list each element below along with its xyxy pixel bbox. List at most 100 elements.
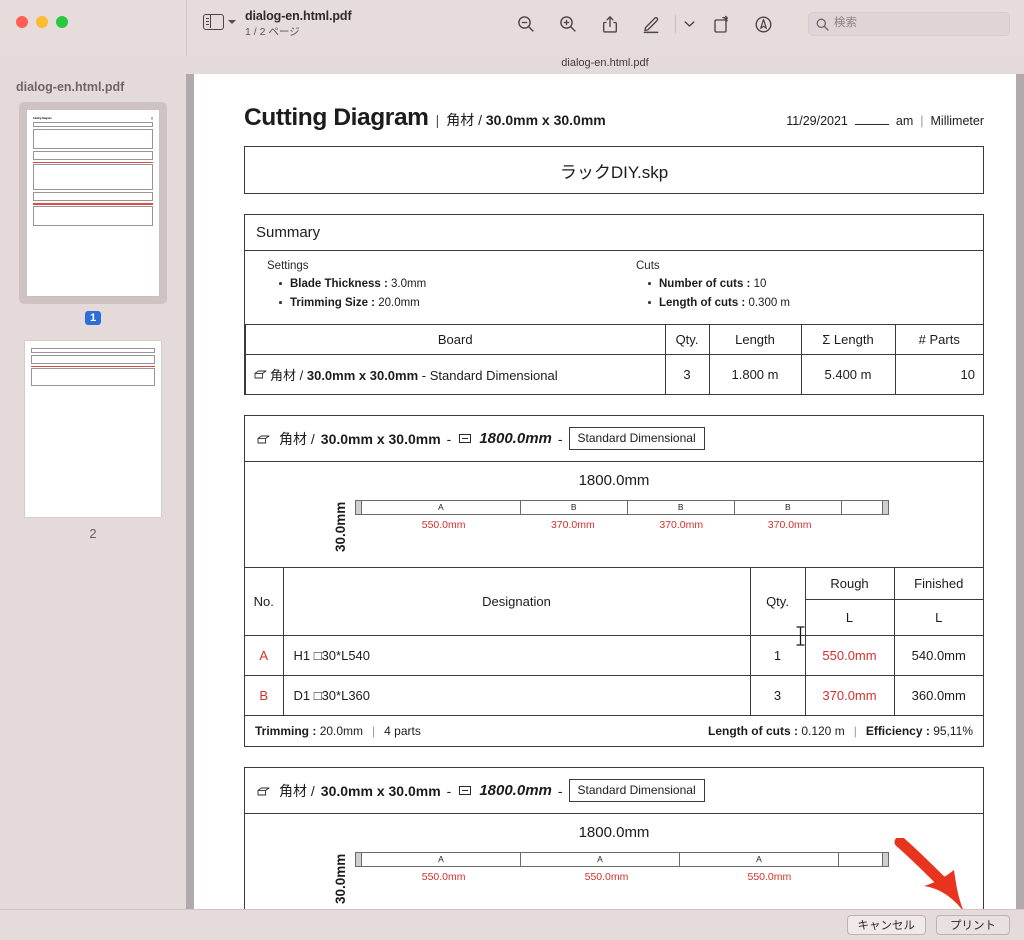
header-dimensions: 30.0mm x 30.0mm — [485, 112, 606, 128]
board-1-height-label: 30.0mm — [333, 501, 348, 552]
parts-count: 4 parts — [384, 724, 421, 739]
cell-designation: D1 □30*L360 — [282, 675, 751, 717]
print-button[interactable]: プリント — [936, 915, 1010, 935]
table-header-row: Board Qty. Length Σ Length # Parts — [245, 324, 983, 355]
board-1-length: 1800.0mm — [479, 430, 552, 448]
cell-designation: H1 □30*L540 — [282, 635, 751, 677]
cube-icon — [257, 433, 270, 444]
text-cursor — [796, 626, 805, 646]
rotate-icon[interactable] — [700, 10, 742, 38]
sidebar-title: dialog-en.html.pdf — [16, 80, 125, 94]
col-qty: Qty. — [664, 324, 710, 355]
length-icon — [459, 786, 472, 796]
segment-label: 550.0mm — [747, 870, 792, 883]
zoom-button[interactable] — [56, 16, 68, 28]
minimize-button[interactable] — [36, 16, 48, 28]
chevron-down-icon[interactable] — [228, 20, 236, 24]
markup-pen-icon[interactable] — [631, 10, 673, 38]
length-icon — [459, 434, 472, 444]
zoom-in-icon[interactable] — [547, 10, 589, 38]
board-1-header: 角材 / 30.0mm x 30.0mm - 1800.0mm - Standa… — [245, 416, 983, 462]
sidebar-icon — [203, 14, 224, 30]
pdf-page-content: Cutting Diagram | 角材 / 30.0mm x 30.0mm 1… — [244, 104, 984, 910]
board-1-bar: A B B B — [355, 499, 889, 515]
segment-label: 370.0mm — [659, 518, 704, 531]
zoom-out-icon[interactable] — [505, 10, 547, 38]
board-1-segment-labels: 550.0mm 370.0mm 370.0mm 370.0mm — [355, 519, 889, 535]
bar-segment: A — [680, 852, 839, 866]
summary-body: Settings Blade Thickness : 3.0mm Trimmin… — [245, 251, 983, 325]
board-1-footer-row: Trimming : 20.0mm | 4 parts Length of cu… — [245, 715, 983, 747]
col-board: Board — [245, 324, 666, 355]
cut-item: Length of cuts : 0.300 m — [648, 294, 983, 313]
setting-item: Blade Thickness : 3.0mm — [279, 275, 614, 294]
bar-segment: B — [735, 500, 842, 514]
sidebar-toggle-button[interactable] — [203, 14, 236, 30]
bar-waste — [839, 853, 882, 866]
table-row: A H1 □30*L540 1 550.0mm 540.0mm — [245, 635, 983, 677]
board-2-tag: Standard Dimensional — [568, 779, 705, 802]
board-2-dash: - — [446, 782, 452, 799]
cube-icon — [257, 785, 270, 796]
trimming-value: 20.0mm — [319, 724, 364, 739]
bar-cap-end — [882, 500, 888, 514]
bar-segment: A — [521, 852, 680, 866]
search-input[interactable]: 検索 — [808, 12, 1010, 36]
cell-parts: 10 — [894, 353, 983, 395]
page-1-preview: Cutting Diagram | | — [27, 110, 159, 296]
board-1-dash2: - — [557, 430, 563, 447]
thumbnail-page-2[interactable]: 2 — [0, 341, 186, 541]
cell-finished: 360.0mm — [893, 675, 983, 717]
cuts-label: Cuts — [636, 260, 660, 272]
board-1-material: 角材 / — [279, 430, 315, 447]
table-header-row: No. Designation Qty. Rough Finished — [245, 567, 983, 637]
cell-sum-length: 5.400 m — [800, 353, 896, 395]
cell-qty: 3 — [749, 675, 806, 717]
board-2-length: 1800.0mm — [479, 782, 552, 800]
col-finished-l: L — [893, 599, 983, 637]
col-designation: Designation — [282, 567, 751, 637]
traffic-lights — [16, 16, 68, 28]
thumbnail-page-1[interactable]: Cutting Diagram | | 1 — [0, 102, 186, 325]
page-1-badge: 1 — [84, 311, 102, 325]
bar-cap-end — [881, 852, 888, 866]
page-1-mini-render: Cutting Diagram | | — [27, 110, 159, 296]
share-icon[interactable] — [589, 10, 631, 38]
toolbar-separator — [675, 15, 676, 33]
segment-label: 370.0mm — [767, 518, 812, 531]
cell-qty: 3 — [664, 353, 710, 395]
board-2-height-label: 30.0mm — [333, 853, 348, 904]
board-2-diagram: 30.0mm 1800.0mm A A A 550.0mm 550.0mm 55… — [245, 814, 983, 910]
col-finished: Finished — [893, 567, 983, 601]
segment-label: 550.0mm — [421, 870, 466, 883]
markup-dropdown-chevron-icon[interactable] — [678, 20, 700, 28]
close-button[interactable] — [16, 16, 28, 28]
segment-label: 550.0mm — [584, 870, 629, 883]
thumbnail-selection-highlight: Cutting Diagram | | — [19, 102, 167, 304]
cell-no: B — [245, 675, 284, 717]
trimming-label: Trimming : — [255, 724, 317, 739]
cancel-button[interactable]: キャンセル — [846, 915, 926, 935]
board-1-tag: Standard Dimensional — [568, 427, 705, 450]
summary-box: Summary Settings Blade Thickness : 3.0mm… — [244, 214, 984, 396]
board-section-2: 角材 / 30.0mm x 30.0mm - 1800.0mm - Standa… — [244, 767, 984, 910]
toolbar-icon-group — [505, 10, 784, 38]
col-rough: Rough — [804, 567, 895, 601]
col-rough-l: L — [805, 599, 895, 637]
board-2-total-label: 1800.0mm — [578, 823, 650, 841]
board-2-material: 角材 / — [279, 782, 315, 799]
pdf-scroll-area[interactable]: Cutting Diagram | 角材 / 30.0mm x 30.0mm 1… — [186, 74, 1024, 910]
bar-segment: A — [362, 852, 521, 866]
efficiency-value: 95,11% — [933, 724, 973, 739]
cut-item: Number of cuts : 10 — [648, 275, 983, 294]
file-title: ラックDIY.skp — [559, 162, 669, 182]
annotate-icon[interactable] — [742, 10, 784, 38]
board-1-total-label: 1800.0mm — [578, 471, 650, 489]
summary-table: Board Qty. Length Σ Length # Parts 角材 / — [245, 324, 983, 395]
board-1-dimensions: 30.0mm x 30.0mm — [320, 430, 441, 447]
header-meridiem: am — [895, 114, 914, 128]
cell-no: A — [245, 635, 284, 677]
thumbnail-sidebar: dialog-en.html.pdf Cutting Diagram | | 1… — [0, 56, 186, 940]
col-length: Length — [708, 324, 802, 355]
col-sum-length: Σ Length — [800, 324, 896, 355]
